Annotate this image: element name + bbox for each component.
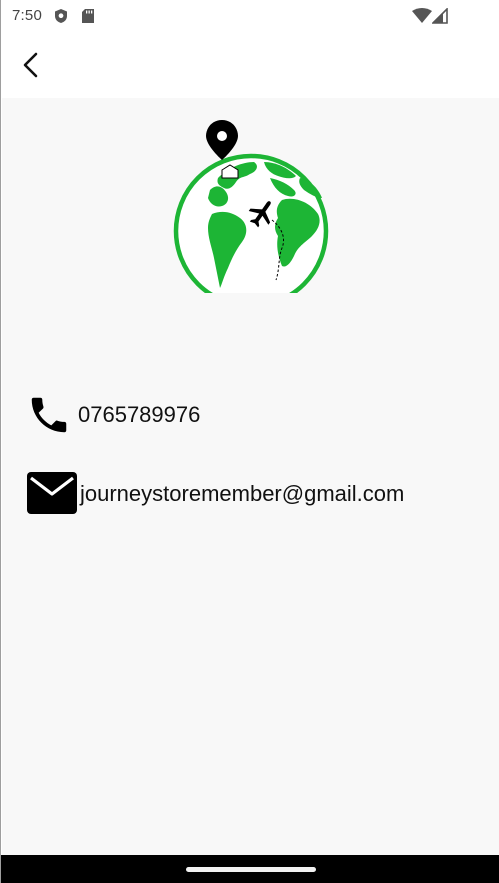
phone-row[interactable]: 0765789976 [2,390,499,442]
arrow-back-icon [23,52,38,78]
globe-travel-logo [173,120,329,293]
status-time: 7:50 [12,7,42,24]
shield-icon [55,9,67,23]
sd-card-icon [82,9,94,23]
phone-number: 0765789976 [78,402,201,427]
status-bar: 7:50 [1,0,499,32]
mail-icon [27,472,77,514]
home-gesture-handle[interactable] [186,867,316,872]
signal-icon [432,8,448,24]
back-button[interactable] [12,46,50,84]
system-nav-bar [1,855,499,883]
phone-icon [31,397,67,433]
wifi-icon [412,8,432,23]
content-area: 0765789976 journeystoremember@gmail.com [2,98,499,855]
email-address: journeystoremember@gmail.com [80,481,405,506]
app-window: 7:50 0765789976 journeystoremember@gmail… [0,0,499,883]
app-bar [2,32,499,98]
email-row[interactable]: journeystoremember@gmail.com [2,468,499,520]
